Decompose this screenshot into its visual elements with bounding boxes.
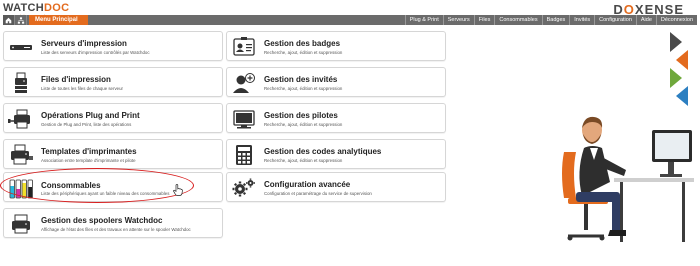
home-button[interactable] [3,15,15,25]
card-files-impression[interactable]: Files d'impression Liste de toutes les f… [3,67,223,97]
card-title: Gestion des badges [264,39,341,48]
person-at-desk-illustration [562,116,694,242]
home-icon [5,17,12,23]
card-description: Configuration et paramétrage du service … [264,191,372,196]
doxense-chevron-logo [670,32,688,106]
printer-queue-icon [15,72,27,93]
hand-cursor-icon [173,184,183,196]
card-title: Serveurs d'impression [41,39,127,48]
nav-serveurs[interactable]: Serveurs [442,15,474,25]
card-configuration-avancee[interactable]: Configuration avancée Configuration et p… [226,172,446,202]
card-title: Gestion des invités [264,75,338,84]
card-plug-print[interactable]: Opérations Plug and Print Gestion de Plu… [3,103,223,133]
card-gestion-pilotes[interactable]: Gestion des pilotes Recherche, ajout, éd… [226,103,446,133]
card-description: Recherche, ajout, édition et suppression [264,122,343,127]
calculator-icon [236,145,252,165]
logo-text-watch: WATCH [3,2,45,14]
card-spoolers-watchdoc[interactable]: Gestion des spoolers Watchdoc Affichage … [3,208,223,238]
main-menu-page: WATCHDOC Supervision Console DOXENSE Men… [0,0,700,266]
nav-files[interactable]: Files [473,15,495,25]
badge-icon [233,37,255,56]
card-title: Gestion des spoolers Watchdoc [41,216,163,225]
nav-configuration[interactable]: Configuration [594,15,636,25]
card-description: Association entre template d'imprimante … [41,158,136,163]
card-gestion-badges[interactable]: Gestion des badges Recherche, ajout, édi… [226,31,446,61]
nav-deconnexion[interactable]: Déconnexion [655,15,697,25]
add-user-icon [233,73,255,93]
card-description: Recherche, ajout, édition et suppression [264,86,343,91]
card-title: Gestion des codes analytiques [264,147,382,156]
plug-print-icon [8,109,30,129]
card-description: Gestion de Plug and Print, liste des opé… [41,122,132,127]
card-title: Opérations Plug and Print [41,111,140,120]
gears-icon [232,178,255,197]
nav-invites[interactable]: Invités [569,15,594,25]
card-description: Recherche, ajout, édition et suppression [264,158,343,163]
top-navbar: Menu Principal Plug & Print Serveurs Fil… [3,15,697,25]
card-description: Liste des serveurs d'impression contrôlé… [41,50,150,55]
network-icon [17,16,24,24]
logo-text-doc: DOC [44,2,70,14]
menu-title: Menu Principal [29,15,88,25]
spooler-icon [12,214,30,234]
card-title: Files d'impression [41,75,111,84]
nav-consommables[interactable]: Consommables [494,15,541,25]
card-description: Affichage de l'état des files et des tra… [41,227,191,232]
card-title: Configuration avancée [264,180,351,189]
card-codes-analytiques[interactable]: Gestion des codes analytiques Recherche,… [226,139,446,169]
highlight-ellipse [0,168,194,203]
nav-aide[interactable]: Aide [635,15,656,25]
card-serveurs-impression[interactable]: Serveurs d'impression Liste des serveurs… [3,31,223,61]
card-title: Templates d'imprimantes [41,147,137,156]
card-description: Recherche, ajout, édition et suppression [264,50,343,55]
nav-plug-print[interactable]: Plug & Print [404,15,443,25]
nav-badges[interactable]: Badges [541,15,570,25]
driver-icon [233,110,255,129]
card-title: Gestion des pilotes [264,111,338,120]
card-gestion-invites[interactable]: Gestion des invités Recherche, ajout, éd… [226,67,446,97]
server-icon [10,45,32,50]
card-description: Liste de toutes les files de chaque serv… [41,86,124,91]
network-button[interactable] [15,15,27,25]
card-templates-imprimantes[interactable]: Templates d'imprimantes Association entr… [3,139,223,169]
printer-template-icon [11,144,33,165]
